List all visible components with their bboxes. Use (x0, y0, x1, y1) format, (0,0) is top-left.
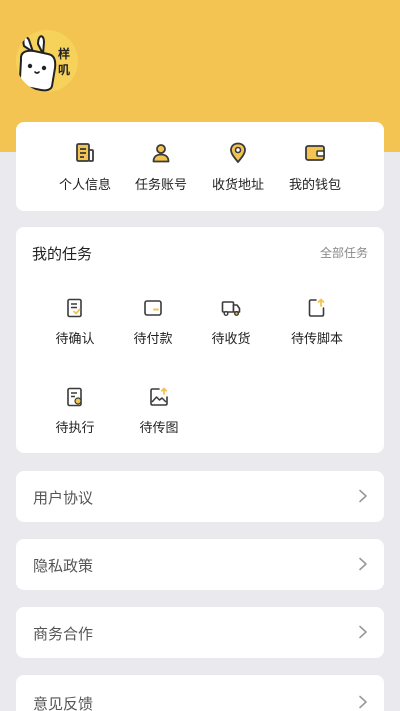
menu-label: 用户协议 (33, 489, 94, 507)
quick-label: 收货地址 (211, 178, 264, 193)
task-label: 待付款 (133, 332, 173, 347)
rabbit-logo-icon: 样 叽 (18, 35, 70, 92)
task-label: 待传脚本 (290, 332, 343, 347)
all-tasks-link[interactable]: 全部任务 (320, 244, 368, 261)
task-label: 待执行 (55, 421, 95, 436)
chevron-right-icon (359, 625, 367, 639)
profile-page: 样 叽 个人信息 任务账号 收货地址 我的钱包 我的任务 全部任务 待确认 待付… (0, 0, 400, 711)
menu-label: 隐私政策 (33, 557, 94, 575)
menu-label: 商务合作 (33, 625, 94, 643)
menu-business-cooperation[interactable]: 商务合作 (16, 607, 384, 658)
avatar-text-line1: 样 (58, 46, 70, 61)
tasks-title: 我的任务 (32, 245, 93, 263)
quick-label: 我的钱包 (288, 178, 341, 193)
task-label: 待收货 (211, 332, 251, 347)
payment-card-icon (144, 300, 162, 316)
task-pending-image-upload[interactable]: 待传图 (119, 387, 199, 436)
quick-label: 任务账号 (134, 178, 187, 193)
task-pending-execution[interactable]: 待执行 (35, 387, 115, 436)
menu-privacy-policy[interactable]: 隐私政策 (16, 539, 384, 590)
chevron-right-icon (359, 489, 367, 503)
my-tasks-card: 我的任务 全部任务 待确认 待付款 待收货 待传脚本 待执行 待传图 (16, 227, 384, 453)
quick-label: 个人信息 (58, 178, 111, 193)
task-label: 待确认 (55, 332, 95, 347)
wallet-icon (305, 145, 325, 161)
menu-feedback[interactable]: 意见反馈 (16, 675, 384, 711)
truck-icon (221, 301, 241, 316)
quick-shipping-address[interactable]: 收货地址 (198, 142, 278, 193)
quick-task-account[interactable]: 任务账号 (121, 142, 201, 193)
task-label: 待传图 (139, 421, 179, 436)
avatar-text-line2: 叽 (58, 63, 70, 77)
menu-label: 意见反馈 (33, 695, 94, 711)
upload-script-icon (308, 298, 325, 317)
avatar[interactable]: 样 叽 (16, 30, 78, 92)
task-pending-payment[interactable]: 待付款 (113, 298, 193, 347)
chevron-right-icon (359, 695, 367, 709)
user-icon (152, 144, 170, 163)
task-pending-confirm[interactable]: 待确认 (35, 298, 115, 347)
confirm-doc-icon (67, 298, 82, 318)
chevron-right-icon (359, 557, 367, 571)
upload-image-icon (150, 387, 168, 406)
task-pending-receipt[interactable]: 待收货 (191, 298, 271, 347)
execute-doc-icon (67, 387, 82, 407)
menu-user-agreement[interactable]: 用户协议 (16, 471, 384, 522)
task-pending-script-upload[interactable]: 待传脚本 (277, 298, 357, 347)
location-pin-icon (230, 142, 246, 163)
quick-actions-card: 个人信息 任务账号 收货地址 我的钱包 (16, 122, 384, 211)
quick-my-wallet[interactable]: 我的钱包 (275, 142, 355, 193)
quick-personal-info[interactable]: 个人信息 (45, 142, 125, 193)
document-icon (76, 143, 94, 162)
